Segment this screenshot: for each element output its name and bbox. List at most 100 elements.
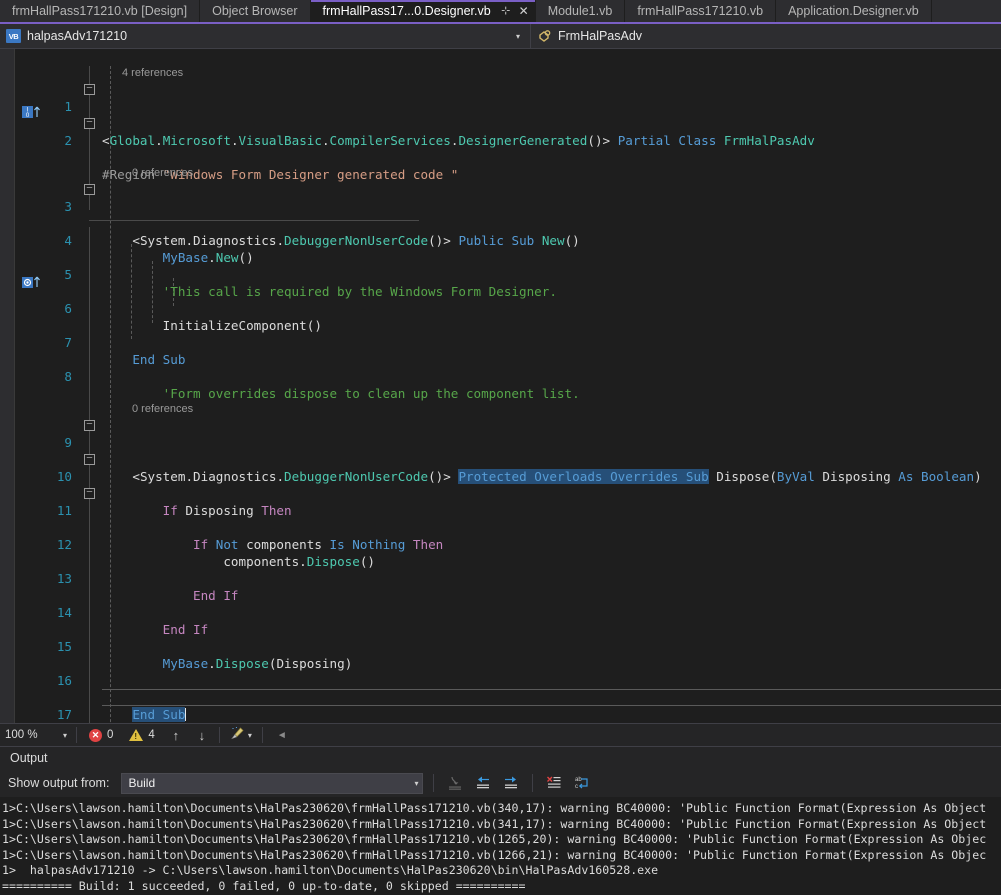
line-number: 10: [56, 469, 72, 484]
fold-toggle-icon[interactable]: [84, 488, 95, 499]
fold-toggle-icon[interactable]: [84, 184, 95, 195]
divider: [261, 727, 263, 743]
tab-object-browser[interactable]: Object Browser: [200, 0, 311, 22]
code-line-16[interactable]: 16 End Sub: [14, 655, 1001, 722]
output-line: 1> halpasAdv171210 -> C:\Users\lawson.ha…: [2, 863, 659, 877]
chevron-down-icon[interactable]: ▾: [63, 731, 67, 740]
output-line: 1>C:\Users\lawson.hamilton\Documents\Hal…: [2, 816, 987, 831]
tab-application-designer[interactable]: Application.Designer.vb: [776, 0, 932, 22]
line-number: 2: [64, 133, 72, 148]
member-dropdown[interactable]: FrmHalPasAdv: [531, 24, 1001, 48]
text-cursor: [185, 708, 187, 721]
line-number: 13: [56, 571, 72, 586]
next-issue-button[interactable]: ↓: [189, 728, 215, 743]
line-number: 5: [64, 267, 72, 282]
code-text-area[interactable]: I 0 4 references 1 – <Global.Microsoft.V…: [14, 49, 1001, 723]
divider: [218, 727, 220, 743]
code-line-17[interactable]: 17 'Required by the Windows Form Designe…: [14, 689, 1001, 722]
codelens-references-label[interactable]: 0 references: [132, 165, 193, 181]
line-number: 14: [56, 605, 72, 620]
code-line-5[interactable]: 5 'This call is required by the Windows …: [14, 249, 1001, 299]
class-icon: [537, 29, 553, 43]
zoom-level-dropdown[interactable]: 100 % ▾: [0, 724, 72, 746]
codelens-references-label[interactable]: 4 references: [122, 65, 183, 81]
code-line-4[interactable]: 4 MyBase.New(): [14, 215, 1001, 265]
output-toolbar: Show output from: Build ▾ ab c: [0, 769, 1001, 797]
code-line-2[interactable]: 2 #Region "Windows Form Designer generat…: [14, 115, 1001, 182]
editor-tab-bar: frmHallPass171210.vb [Design] Object Bro…: [0, 0, 1001, 24]
project-type-dropdown[interactable]: VB halpasAdv171210 ▾: [0, 24, 531, 48]
error-count-label: 0: [107, 729, 114, 741]
tab-label: frmHallPass171210.vb: [637, 4, 764, 18]
code-line-14[interactable]: 14 End If: [14, 587, 1001, 637]
code-line-12[interactable]: 12 components.Dispose(): [14, 519, 1001, 569]
clear-all-icon[interactable]: [543, 773, 565, 793]
previous-issue-button[interactable]: ↑: [163, 728, 189, 743]
tab-designer-vb-active[interactable]: frmHallPass17...0.Designer.vb ⊹ ✕: [310, 0, 536, 22]
output-line: ========== Build: 1 succeeded, 0 failed,…: [2, 878, 526, 893]
navigate-forward-icon[interactable]: [500, 773, 522, 793]
code-line-7[interactable]: 7 End Sub: [14, 317, 1001, 367]
code-line-3[interactable]: 3 <System.Diagnostics.DebuggerNonUserCod…: [14, 181, 1001, 248]
codelens-row[interactable]: 0 references: [14, 385, 1001, 415]
class-name-label: FrmHalPasAdv: [558, 29, 643, 43]
indicator-margin[interactable]: [0, 49, 15, 723]
tab-frmhallpass-vb[interactable]: frmHallPass171210.vb: [625, 0, 777, 22]
code-line-1[interactable]: 1 <Global.Microsoft.VisualBasic.Compiler…: [14, 81, 1001, 148]
chevron-down-icon[interactable]: ▾: [414, 779, 418, 788]
project-name-label: halpasAdv171210: [27, 29, 128, 43]
line-number: 16: [56, 673, 72, 688]
code-editor[interactable]: I 0 4 references 1 – <Global.Microsoft.V…: [0, 49, 1001, 723]
divider: [433, 774, 435, 792]
code-cleanup-button[interactable]: ▾: [224, 726, 258, 744]
tab-label: Module1.vb: [547, 4, 613, 18]
line-number: 8: [64, 369, 72, 384]
line-number: 17: [56, 707, 72, 722]
warning-icon: [129, 729, 144, 741]
chevron-down-icon[interactable]: ▾: [516, 32, 526, 41]
zoom-level-label: 100 %: [5, 729, 38, 741]
fold-toggle-icon[interactable]: [84, 84, 95, 95]
svg-text:c: c: [575, 784, 578, 790]
tab-action-group: ⊹ ✕: [499, 4, 531, 18]
output-text-body[interactable]: 1>C:\Users\lawson.hamilton\Documents\Hal…: [0, 797, 1001, 895]
collapse-chevron-icon[interactable]: ◄: [267, 730, 297, 741]
code-text: End Sub: [102, 706, 187, 723]
tab-label: Application.Designer.vb: [788, 4, 919, 18]
codelens-row[interactable]: 4 references: [14, 49, 1001, 79]
output-source-dropdown[interactable]: Build ▾: [121, 772, 424, 794]
toggle-word-wrap-icon[interactable]: ab c: [571, 773, 593, 793]
line-number: 12: [56, 537, 72, 552]
code-line-11[interactable]: 11 If Not components Is Nothing Then: [14, 485, 1001, 552]
warning-count[interactable]: 4: [121, 729, 162, 741]
line-number: 6: [64, 301, 72, 316]
fold-toggle-icon[interactable]: [84, 454, 95, 465]
pin-icon[interactable]: ⊹: [499, 4, 513, 18]
line-number: 3: [64, 199, 72, 214]
code-line-15[interactable]: 15 MyBase.Dispose(Disposing): [14, 621, 1001, 671]
output-line: 1>C:\Users\lawson.hamilton\Documents\Hal…: [2, 847, 987, 862]
code-text: <System.Diagnostics.DebuggerNonUserCode(…: [132, 233, 580, 248]
line-number: 4: [64, 233, 72, 248]
code-line-10[interactable]: 10 If Disposing Then: [14, 451, 1001, 518]
code-line-8[interactable]: 8 'Form overrides dispose to clean up th…: [14, 351, 1001, 401]
fold-toggle-icon[interactable]: [84, 420, 95, 431]
code-line-9[interactable]: 9 <System.Diagnostics.DebuggerNonUserCod…: [14, 417, 1001, 484]
tab-module1[interactable]: Module1.vb: [535, 0, 626, 22]
editor-status-strip: 100 % ▾ ✕ 0 4 ↑ ↓ ▾ ◄: [0, 723, 1001, 746]
find-message-in-code-icon[interactable]: [444, 773, 466, 793]
codelens-references-label[interactable]: 0 references: [132, 401, 193, 417]
output-source-value: Build: [128, 776, 156, 790]
codelens-row[interactable]: 0 references: [14, 149, 1001, 179]
fold-toggle-icon[interactable]: [84, 118, 95, 129]
code-line-6[interactable]: 6 InitializeComponent(): [14, 283, 1001, 333]
code-line-13[interactable]: 13 End If: [14, 553, 1001, 603]
close-icon[interactable]: ✕: [517, 4, 531, 18]
navigate-backward-icon[interactable]: [472, 773, 494, 793]
line-number: 7: [64, 335, 72, 350]
tab-frmhallpass-design[interactable]: frmHallPass171210.vb [Design]: [0, 0, 201, 22]
error-count[interactable]: ✕ 0: [81, 728, 121, 742]
line-number: 1: [64, 99, 72, 114]
tab-label: frmHallPass17...0.Designer.vb: [322, 4, 491, 18]
chevron-down-icon[interactable]: ▾: [248, 731, 252, 740]
